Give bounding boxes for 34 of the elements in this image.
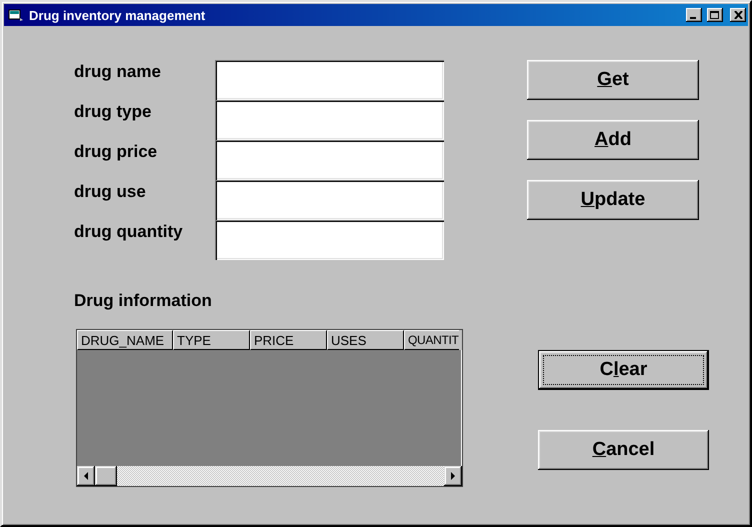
maximize-button[interactable]: [707, 8, 723, 22]
action-button[interactable]: Get: [527, 60, 699, 100]
column-header[interactable]: PRICE: [250, 330, 327, 350]
right-arrow-icon: [451, 472, 455, 480]
field-label: drug use: [74, 181, 147, 202]
section-title: Drug information: [74, 291, 212, 311]
close-button[interactable]: [730, 8, 746, 22]
field-label: drug name: [74, 61, 162, 82]
column-header[interactable]: USES: [327, 330, 404, 350]
action-button[interactable]: Clear: [538, 350, 709, 390]
field-label: drug quantity: [74, 221, 184, 242]
column-header[interactable]: QUANTIT: [404, 330, 459, 350]
input-field[interactable]: [215, 140, 444, 180]
field-label: drug type: [74, 101, 152, 122]
window-title: Drug inventory management: [29, 8, 206, 22]
action-button[interactable]: Update: [527, 180, 699, 220]
input-field[interactable]: [215, 180, 444, 220]
scroll-right-button[interactable]: [444, 466, 462, 486]
input-field[interactable]: [215, 60, 444, 100]
input-field[interactable]: [215, 100, 444, 140]
scroll-thumb[interactable]: [95, 466, 117, 486]
left-arrow-icon: [84, 472, 88, 480]
close-icon: [734, 11, 742, 19]
horizontal-scrollbar[interactable]: [77, 466, 462, 486]
action-button[interactable]: Cancel: [538, 430, 709, 470]
field-label: drug price: [74, 141, 158, 162]
column-header[interactable]: DRUG_NAME: [77, 330, 173, 350]
maximize-icon: [710, 10, 720, 20]
scroll-left-button[interactable]: [77, 466, 95, 486]
column-header[interactable]: TYPE: [173, 330, 250, 350]
app-icon: [8, 8, 24, 22]
minimize-button[interactable]: [686, 8, 702, 22]
action-button[interactable]: Add: [527, 120, 699, 160]
input-field[interactable]: [215, 220, 444, 260]
